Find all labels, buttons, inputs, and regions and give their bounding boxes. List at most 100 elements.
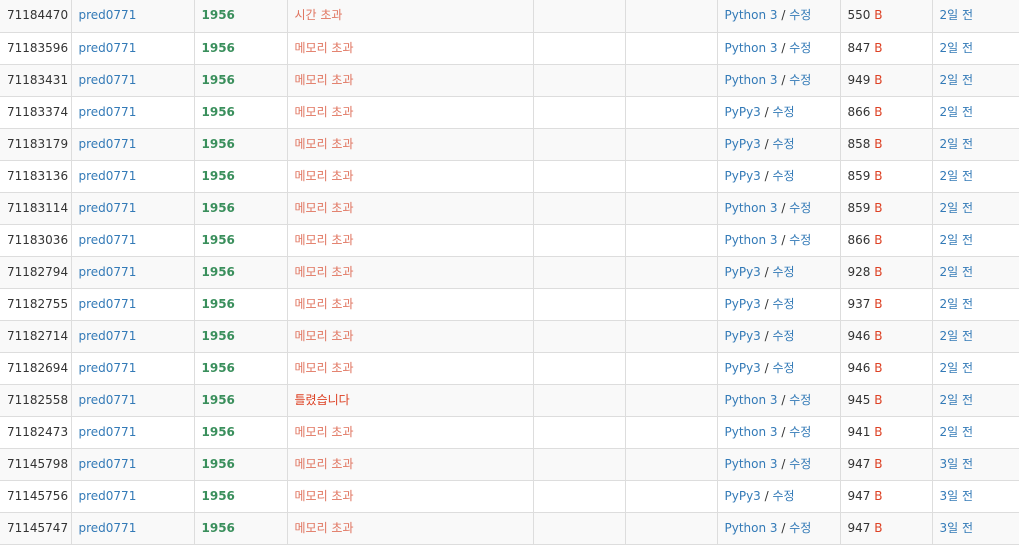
user-link[interactable]: pred0771 (79, 393, 137, 407)
edit-link[interactable]: 수정 (789, 233, 811, 247)
problem-link[interactable]: 1956 (202, 8, 235, 22)
problem-link[interactable]: 1956 (202, 201, 235, 215)
problem-cell: 1956 (194, 416, 288, 449)
user-link[interactable]: pred0771 (79, 169, 137, 183)
problem-link[interactable]: 1956 (202, 521, 235, 535)
edit-link[interactable]: 수정 (772, 329, 794, 343)
problem-cell: 1956 (194, 512, 288, 545)
submission-id-cell: 71183136 (0, 160, 72, 193)
separator: / (760, 328, 773, 343)
submitted-time-link[interactable]: 3일 전 (940, 457, 974, 471)
edit-link[interactable]: 수정 (772, 297, 794, 311)
problem-link[interactable]: 1956 (202, 169, 235, 183)
user-link[interactable]: pred0771 (79, 233, 137, 247)
language-link[interactable]: Python 3 (725, 233, 778, 247)
user-link[interactable]: pred0771 (79, 105, 137, 119)
edit-link[interactable]: 수정 (772, 169, 794, 183)
user-link[interactable]: pred0771 (79, 137, 137, 151)
language-link[interactable]: Python 3 (725, 73, 778, 87)
problem-link[interactable]: 1956 (202, 137, 235, 151)
problem-link[interactable]: 1956 (202, 73, 235, 87)
user-link[interactable]: pred0771 (79, 297, 137, 311)
problem-link[interactable]: 1956 (202, 425, 235, 439)
user-link[interactable]: pred0771 (79, 425, 137, 439)
language-link[interactable]: Python 3 (725, 521, 778, 535)
edit-link[interactable]: 수정 (789, 521, 811, 535)
submitted-time-cell: 2일 전 (932, 224, 1019, 257)
submitted-time-link[interactable]: 2일 전 (940, 105, 974, 119)
submitted-time-link[interactable]: 2일 전 (940, 73, 974, 87)
edit-link[interactable]: 수정 (772, 361, 794, 375)
edit-link[interactable]: 수정 (789, 41, 811, 55)
submission-id-cell: 71182694 (0, 352, 72, 385)
language-link[interactable]: PyPy3 (725, 329, 761, 343)
user-link[interactable]: pred0771 (79, 329, 137, 343)
user-link[interactable]: pred0771 (79, 73, 137, 87)
problem-link[interactable]: 1956 (202, 41, 235, 55)
language-cell: Python 3 / 수정 (717, 384, 841, 417)
submitted-time-link[interactable]: 2일 전 (940, 425, 974, 439)
edit-link[interactable]: 수정 (789, 201, 811, 215)
result-cell: 메모리 초과 (287, 448, 534, 481)
edit-link[interactable]: 수정 (772, 137, 794, 151)
user-cell: pred0771 (71, 224, 195, 257)
submitted-time-link[interactable]: 2일 전 (940, 169, 974, 183)
user-link[interactable]: pred0771 (79, 521, 137, 535)
edit-link[interactable]: 수정 (772, 105, 794, 119)
submitted-time-link[interactable]: 2일 전 (940, 201, 974, 215)
language-link[interactable]: PyPy3 (725, 137, 761, 151)
submission-id: 71182558 (7, 392, 69, 407)
language-link[interactable]: Python 3 (725, 201, 778, 215)
language-link[interactable]: PyPy3 (725, 265, 761, 279)
language-link[interactable]: Python 3 (725, 425, 778, 439)
edit-link[interactable]: 수정 (789, 457, 811, 471)
user-cell: pred0771 (71, 160, 195, 193)
submitted-time-link[interactable]: 2일 전 (940, 393, 974, 407)
edit-link[interactable]: 수정 (772, 489, 794, 503)
problem-link[interactable]: 1956 (202, 265, 235, 279)
user-link[interactable]: pred0771 (79, 489, 137, 503)
edit-link[interactable]: 수정 (789, 73, 811, 87)
language-link[interactable]: Python 3 (725, 457, 778, 471)
submitted-time-link[interactable]: 2일 전 (940, 361, 974, 375)
code-length: 859 (847, 200, 871, 215)
user-cell: pred0771 (71, 384, 195, 417)
user-link[interactable]: pred0771 (79, 41, 137, 55)
submitted-time-link[interactable]: 2일 전 (940, 41, 974, 55)
submitted-time-link[interactable]: 2일 전 (940, 297, 974, 311)
edit-link[interactable]: 수정 (789, 393, 811, 407)
submitted-time-link[interactable]: 2일 전 (940, 137, 974, 151)
problem-link[interactable]: 1956 (202, 329, 235, 343)
problem-link[interactable]: 1956 (202, 457, 235, 471)
language-link[interactable]: Python 3 (725, 393, 778, 407)
edit-link[interactable]: 수정 (789, 8, 811, 22)
submitted-time-link[interactable]: 2일 전 (940, 8, 974, 22)
edit-link[interactable]: 수정 (789, 425, 811, 439)
problem-link[interactable]: 1956 (202, 489, 235, 503)
problem-link[interactable]: 1956 (202, 393, 235, 407)
language-link[interactable]: PyPy3 (725, 489, 761, 503)
problem-link[interactable]: 1956 (202, 105, 235, 119)
submitted-time-link[interactable]: 3일 전 (940, 521, 974, 535)
language-link[interactable]: Python 3 (725, 8, 778, 22)
edit-link[interactable]: 수정 (772, 265, 794, 279)
language-link[interactable]: PyPy3 (725, 169, 761, 183)
submitted-time-link[interactable]: 2일 전 (940, 265, 974, 279)
user-link[interactable]: pred0771 (79, 361, 137, 375)
code-length-cell: 928 B (840, 256, 933, 289)
problem-link[interactable]: 1956 (202, 297, 235, 311)
language-link[interactable]: PyPy3 (725, 361, 761, 375)
user-link[interactable]: pred0771 (79, 8, 137, 22)
submitted-time-link[interactable]: 2일 전 (940, 233, 974, 247)
problem-link[interactable]: 1956 (202, 361, 235, 375)
user-link[interactable]: pred0771 (79, 201, 137, 215)
language-link[interactable]: Python 3 (725, 41, 778, 55)
language-link[interactable]: PyPy3 (725, 297, 761, 311)
submitted-time-link[interactable]: 3일 전 (940, 489, 974, 503)
language-link[interactable]: PyPy3 (725, 105, 761, 119)
user-link[interactable]: pred0771 (79, 265, 137, 279)
result-text: 메모리 초과 (294, 168, 354, 183)
user-link[interactable]: pred0771 (79, 457, 137, 471)
problem-link[interactable]: 1956 (202, 233, 235, 247)
submitted-time-link[interactable]: 2일 전 (940, 329, 974, 343)
